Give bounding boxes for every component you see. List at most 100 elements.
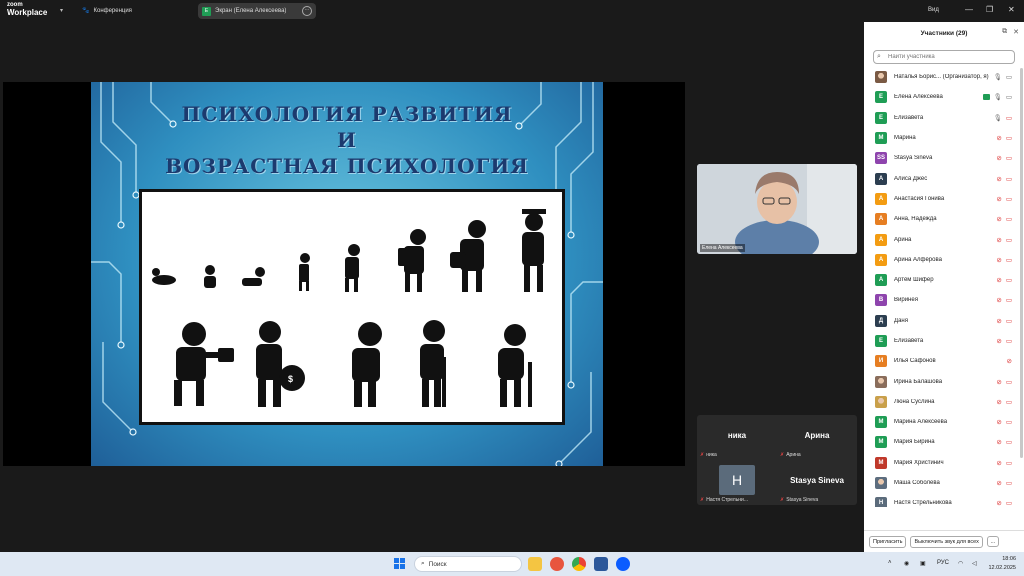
zoom-app-icon[interactable] [616,557,630,571]
mic-off-icon[interactable]: ⊘ [996,236,1001,244]
mic-off-icon[interactable]: ⊘ [996,317,1001,325]
mic-off-icon[interactable]: ⊘ [996,154,1001,162]
mic-off-icon[interactable]: ⊘ [996,499,1001,507]
mic-off-icon[interactable]: ⊘ [996,195,1001,203]
chrome-icon[interactable] [572,557,586,571]
participant-row[interactable]: А Арина ⊘ ▭ [864,229,1024,249]
wifi-icon[interactable]: ◠ [958,560,963,567]
mic-off-icon[interactable]: ⊘ [996,378,1001,386]
participant-row[interactable]: И Илья Сафонов ⊘ [864,351,1024,371]
mic-off-icon[interactable]: ⊘ [996,276,1001,284]
video-tile[interactable]: Stasya Sineva ✗ Stasya Sineva [777,460,857,505]
maximize-icon[interactable]: ❐ [986,5,993,14]
camera-off-icon[interactable]: ▭ [1006,438,1012,446]
participant-row[interactable]: М Мария Бирина ⊘ ▭ [864,432,1024,452]
camera-off-icon[interactable]: ▭ [1006,256,1012,264]
camera-off-icon[interactable]: ▭ [1006,236,1012,244]
mic-off-icon[interactable]: ⊘ [996,418,1001,426]
mic-off-icon[interactable]: ⊘ [996,134,1001,142]
participant-row[interactable]: А Алиса Джес ⊘ ▭ [864,168,1024,188]
camera-off-icon[interactable]: ▭ [1006,114,1012,122]
camera-off-icon[interactable]: ▭ [1006,195,1012,203]
volume-icon[interactable]: ◁ [972,560,977,567]
mute-all-button[interactable]: Выключить звук для всех [910,535,983,548]
mic-on-icon[interactable]: 🎙 [994,93,1002,101]
participant-row[interactable]: А Анна, Надежда ⊘ ▭ [864,209,1024,229]
yandex-browser-icon[interactable] [550,557,564,571]
search-input[interactable] [873,50,1015,64]
camera-off-icon[interactable]: ▭ [1006,459,1012,467]
mic-off-icon[interactable]: ⊘ [996,438,1001,446]
video-tile[interactable]: ника ✗ ника [697,415,777,460]
camera-off-icon[interactable]: ▭ [1006,398,1012,406]
mic-on-icon[interactable]: 🎙 [994,73,1002,81]
participant-row[interactable]: В Виринея ⊘ ▭ [864,290,1024,310]
camera-on-icon[interactable]: ▭ [1006,93,1012,101]
minimize-icon[interactable]: — [965,5,973,14]
zoom-logo[interactable]: zoom Workplace [7,2,47,17]
invite-button[interactable]: Пригласить [869,535,907,548]
more-icon[interactable]: ··· [302,6,312,16]
participant-row[interactable]: А Арина Алфёрова ⊘ ▭ [864,250,1024,270]
tray-chevron-icon[interactable]: ˄ [888,560,892,566]
participant-row[interactable]: Е Елена Алексеева 🎙 ▭ [864,87,1024,107]
participant-row[interactable]: Люна Суслина ⊘ ▭ [864,392,1024,412]
mic-off-icon[interactable]: ⊘ [996,296,1001,304]
mic-off-icon[interactable]: ⊘ [996,175,1001,183]
participant-row[interactable]: М Марина Алексеева ⊘ ▭ [864,412,1024,432]
camera-off-icon[interactable]: ▭ [1006,479,1012,487]
camera-off-icon[interactable]: ▭ [1006,215,1012,223]
participants-list[interactable]: Наталья Борис... (Организатор, я) 🎙 ▭ Е Елен… [864,67,1024,507]
pop-out-icon[interactable]: ⧉ [1002,28,1007,36]
tray-app-icon[interactable]: ◉ [904,560,909,567]
camera-off-icon[interactable]: ▭ [1006,154,1012,162]
mic-off-icon[interactable]: ⊘ [996,398,1001,406]
camera-on-icon[interactable]: ▭ [1006,73,1012,81]
mic-off-icon[interactable]: ⊘ [996,256,1001,264]
mic-off-icon[interactable]: ⊘ [996,337,1001,345]
participant-row[interactable]: Е Елизавета 🎙 ▭ [864,108,1024,128]
file-explorer-icon[interactable] [528,557,542,571]
camera-off-icon[interactable]: ▭ [1006,337,1012,345]
participant-row[interactable]: Д Даня ⊘ ▭ [864,311,1024,331]
mic-on-icon[interactable]: 🎙 [994,114,1002,122]
clock[interactable]: 18:06 12.02.2025 [986,555,1016,573]
participant-row[interactable]: Н Настя Стрельникова ⊘ ▭ [864,493,1024,507]
scrollbar[interactable] [1020,68,1023,458]
participant-row[interactable]: М Мария Христинич ⊘ ▭ [864,453,1024,473]
close-panel-icon[interactable]: ✕ [1013,28,1019,36]
participant-row[interactable]: А Артём Шифер ⊘ ▭ [864,270,1024,290]
mic-off-icon[interactable]: ⊘ [1007,357,1012,365]
participant-row[interactable]: SS Stasya Sineva ⊘ ▭ [864,148,1024,168]
camera-off-icon[interactable]: ▭ [1006,499,1012,507]
speaker-video[interactable]: Елена Алексеева [697,164,857,254]
camera-off-icon[interactable]: ▭ [1006,296,1012,304]
camera-off-icon[interactable]: ▭ [1006,175,1012,183]
camera-off-icon[interactable]: ▭ [1006,418,1012,426]
camera-off-icon[interactable]: ▭ [1006,276,1012,284]
language-indicator[interactable]: РУС [937,560,949,566]
mic-off-icon[interactable]: ⊘ [996,459,1001,467]
taskbar-search[interactable]: ⌕ Поиск [414,556,522,572]
camera-off-icon[interactable]: ▭ [1006,317,1012,325]
meeting-info-button[interactable]: 🐾 Конференция [82,7,132,15]
view-button[interactable]: Вид [928,7,939,13]
tray-app-icon[interactable]: ▣ [920,560,926,567]
mic-off-icon[interactable]: ⊘ [996,479,1001,487]
screen-share-indicator[interactable]: E Экран (Елена Алексеева) ··· [198,3,316,19]
camera-off-icon[interactable]: ▭ [1006,378,1012,386]
close-icon[interactable]: ✕ [1008,5,1015,14]
start-icon[interactable] [394,558,405,569]
mic-off-icon[interactable]: ⊘ [996,215,1001,223]
participant-row[interactable]: А Анастасия Гонива ⊘ ▭ [864,189,1024,209]
participant-row[interactable]: Наталья Борис... (Организатор, я) 🎙 ▭ [864,67,1024,87]
participant-row[interactable]: Е Елизавета ⊘ ▭ [864,331,1024,351]
participant-row[interactable]: Ирина Балашова ⊘ ▭ [864,371,1024,391]
camera-off-icon[interactable]: ▭ [1006,134,1012,142]
more-options-button[interactable]: ... [986,536,999,547]
participant-row[interactable]: Маша Соболева ⊘ ▭ [864,473,1024,493]
chevron-down-icon[interactable]: ▾ [60,7,63,14]
participant-row[interactable]: М Марина ⊘ ▭ [864,128,1024,148]
video-tile[interactable]: Арина ✗ Арина [777,415,857,460]
word-icon[interactable] [594,557,608,571]
